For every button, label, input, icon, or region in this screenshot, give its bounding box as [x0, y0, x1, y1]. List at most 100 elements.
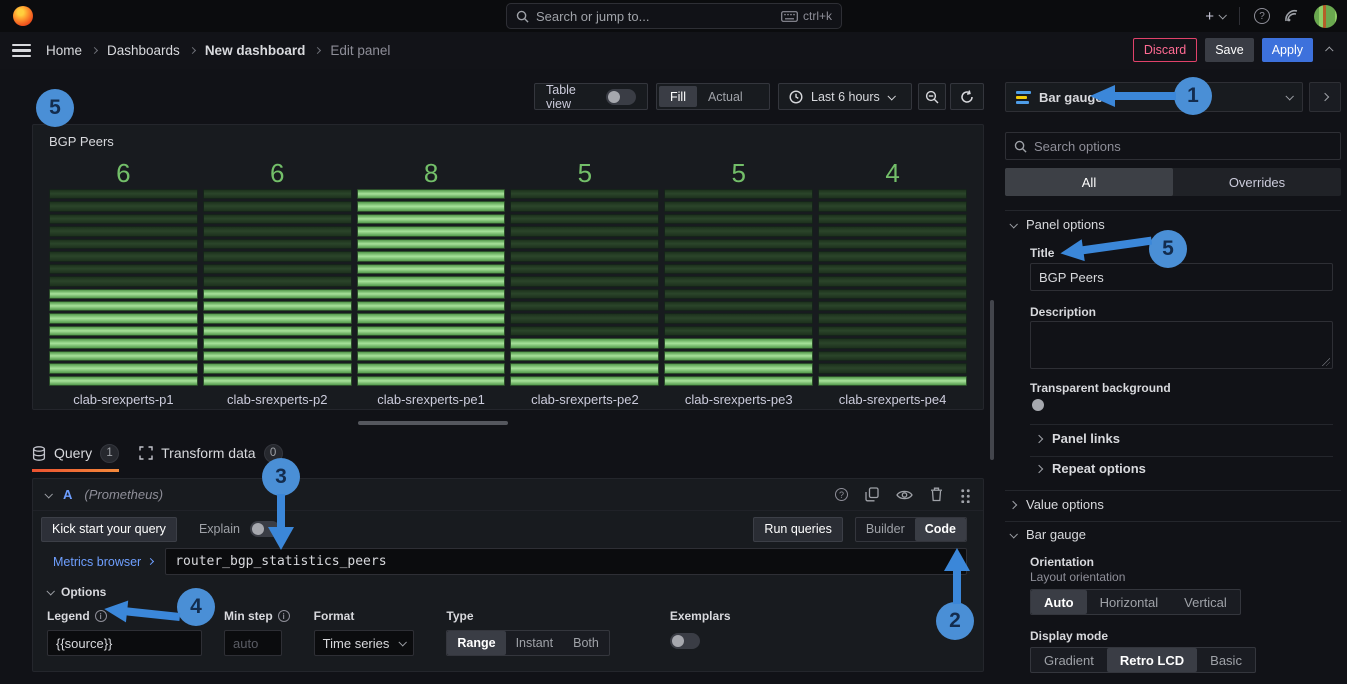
type-range-button[interactable]: Range — [447, 631, 505, 655]
display-retro-lcd-button[interactable]: Retro LCD — [1107, 648, 1197, 672]
lcd-cell — [49, 214, 198, 224]
tab-query[interactable]: Query 1 — [32, 440, 119, 466]
tab-all[interactable]: All — [1005, 168, 1173, 196]
table-view-switch[interactable] — [606, 89, 636, 105]
promql-query-input[interactable] — [165, 548, 967, 575]
lcd-cell — [357, 251, 506, 261]
gauge-bar — [357, 189, 506, 386]
lcd-cell — [203, 289, 352, 299]
grafana-logo[interactable] — [13, 6, 33, 26]
query-row-header[interactable]: A (Prometheus) ? — [33, 479, 983, 511]
bar-gauge-panel[interactable]: BGP Peers 6 clab-srexperts-p1 6 clab-sre… — [32, 124, 984, 410]
lcd-cell — [203, 276, 352, 286]
global-search[interactable]: Search or jump to... ctrl+k — [506, 3, 842, 29]
legend-input[interactable] — [47, 630, 202, 656]
lcd-cell — [510, 313, 659, 323]
bar-gauge-options-header[interactable]: Bar gauge — [1010, 527, 1086, 542]
info-icon[interactable]: i — [278, 610, 290, 622]
drag-handle-icon[interactable] — [960, 487, 971, 503]
orientation-horizontal-button[interactable]: Horizontal — [1087, 590, 1172, 614]
gauge-label: clab-srexperts-p1 — [49, 392, 198, 407]
gauge-column: 6 clab-srexperts-p2 — [203, 159, 352, 407]
breadcrumb-dashboards[interactable]: Dashboards — [107, 43, 180, 58]
display-gradient-button[interactable]: Gradient — [1031, 648, 1107, 672]
news-icon[interactable] — [1284, 9, 1300, 23]
run-queries-button[interactable]: Run queries — [753, 517, 842, 542]
menu-icon[interactable] — [12, 44, 31, 57]
type-instant-button[interactable]: Instant — [506, 631, 564, 655]
help-icon[interactable]: ? — [1254, 8, 1270, 24]
search-options-placeholder: Search options — [1034, 139, 1121, 154]
horizontal-scrollbar[interactable] — [358, 421, 508, 425]
new-button[interactable]: + — [1205, 8, 1225, 25]
lcd-cell — [203, 301, 352, 311]
vertical-scrollbar[interactable] — [990, 300, 994, 460]
refresh-button[interactable] — [950, 83, 984, 110]
annotation-circle-1: 1 — [1174, 77, 1212, 115]
breadcrumb-edit-panel: Edit panel — [330, 43, 390, 58]
tab-overrides[interactable]: Overrides — [1173, 168, 1341, 196]
kick-start-query-button[interactable]: Kick start your query — [41, 517, 177, 542]
zoom-out-button[interactable] — [918, 83, 946, 110]
search-icon — [1014, 140, 1027, 153]
lcd-cell — [357, 351, 506, 361]
repeat-options-section[interactable]: Repeat options — [1036, 461, 1146, 476]
chevron-right-icon — [1035, 434, 1043, 442]
lcd-cell — [818, 301, 967, 311]
chevron-right-icon — [1321, 93, 1329, 101]
time-range-picker[interactable]: Last 6 hours — [778, 83, 912, 110]
builder-mode-button[interactable]: Builder — [856, 518, 915, 541]
actual-button[interactable]: Actual — [697, 86, 754, 107]
code-mode-button[interactable]: Code — [915, 518, 966, 541]
lcd-cell — [664, 363, 813, 373]
query-help-icon[interactable]: ? — [835, 488, 848, 501]
format-select[interactable]: Time series — [314, 630, 415, 656]
duplicate-query-icon[interactable] — [865, 487, 879, 502]
exemplars-switch[interactable] — [670, 633, 700, 649]
toggle-options-pane-button[interactable] — [1309, 82, 1341, 112]
collapse-query-icon[interactable] — [44, 490, 52, 498]
apply-button[interactable]: Apply — [1262, 38, 1313, 62]
lcd-cell — [818, 376, 967, 386]
lcd-cell — [510, 289, 659, 299]
lcd-cell — [357, 376, 506, 386]
breadcrumb-new-dashboard[interactable]: New dashboard — [205, 43, 306, 58]
breadcrumb-home[interactable]: Home — [46, 43, 82, 58]
orientation-vertical-button[interactable]: Vertical — [1171, 590, 1240, 614]
lcd-cell — [510, 363, 659, 373]
chevron-right-icon — [1009, 500, 1017, 508]
discard-button[interactable]: Discard — [1133, 38, 1197, 62]
hide-query-icon[interactable] — [896, 489, 913, 501]
metrics-browser-button[interactable]: Metrics browser — [41, 548, 165, 575]
chevron-right-icon — [1035, 464, 1043, 472]
save-button[interactable]: Save — [1205, 38, 1254, 62]
search-options-input[interactable]: Search options — [1005, 132, 1341, 160]
lcd-cell — [49, 363, 198, 373]
gauge-value: 5 — [664, 159, 813, 189]
fill-button[interactable]: Fill — [659, 86, 697, 107]
lcd-cell — [49, 251, 198, 261]
user-avatar[interactable] — [1314, 5, 1337, 28]
chevron-down-icon — [1009, 220, 1017, 228]
orientation-auto-button[interactable]: Auto — [1031, 590, 1087, 614]
collapse-header-icon[interactable] — [1325, 46, 1333, 54]
lcd-cell — [357, 289, 506, 299]
chevron-down-icon — [1285, 92, 1293, 100]
lcd-cell — [203, 201, 352, 211]
description-textarea[interactable] — [1030, 321, 1333, 369]
type-both-button[interactable]: Both — [563, 631, 609, 655]
min-step-input[interactable] — [224, 630, 282, 656]
panel-options-header[interactable]: Panel options — [1010, 217, 1105, 232]
plus-icon: + — [1205, 8, 1214, 25]
lcd-cell — [203, 239, 352, 249]
panel-links-section[interactable]: Panel links — [1036, 431, 1120, 446]
gauge-bar — [510, 189, 659, 386]
display-basic-button[interactable]: Basic — [1197, 648, 1255, 672]
lcd-cell — [49, 326, 198, 336]
type-field: Type Range Instant Both — [446, 609, 609, 656]
lcd-cell — [357, 338, 506, 348]
delete-query-icon[interactable] — [930, 487, 943, 502]
tab-transform-data[interactable]: Transform data 0 — [139, 440, 282, 466]
table-view-toggle[interactable]: Table view — [534, 83, 648, 110]
value-options-header[interactable]: Value options — [1010, 497, 1104, 512]
